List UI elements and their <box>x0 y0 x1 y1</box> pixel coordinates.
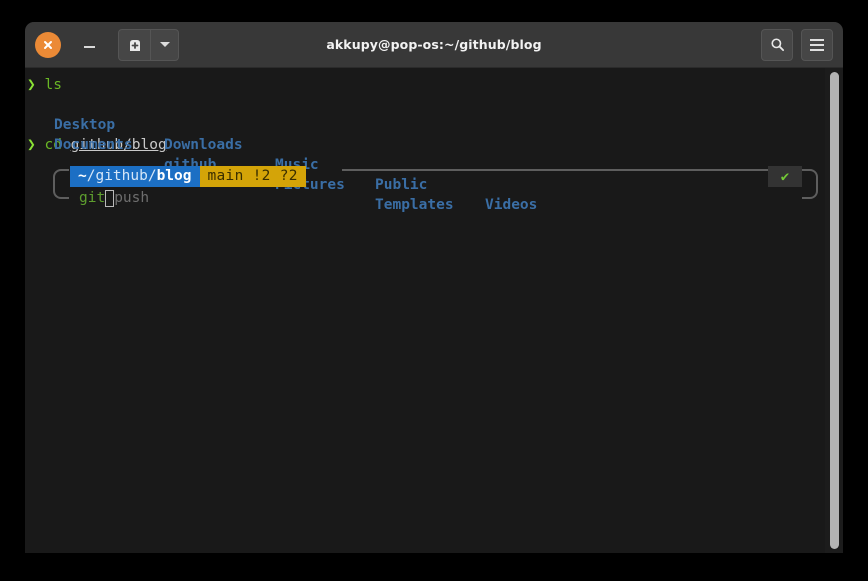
titlebar-right-controls <box>761 28 843 61</box>
status-badge: ✔ <box>768 166 802 187</box>
new-tab-icon <box>129 39 140 51</box>
text-cursor <box>105 190 115 207</box>
scrollbar-track[interactable] <box>825 68 843 553</box>
prompt-frame-line <box>342 169 802 171</box>
hamburger-icon <box>810 38 824 51</box>
prompt-frame-left <box>53 169 69 199</box>
ls-output-row: Documents github Pictures Templates <box>27 115 843 213</box>
minimize-icon <box>83 46 95 48</box>
close-icon <box>44 40 52 49</box>
prompt-path-segment: ~/github/blog <box>70 166 200 187</box>
inline-suggestion: push <box>114 189 150 206</box>
new-tab-button[interactable] <box>119 29 151 60</box>
prompt-segments: ~/github/blog main !2 ?2 <box>70 166 306 187</box>
new-tab-group <box>118 28 179 61</box>
prompt-block: ~/github/blog main !2 ?2 ✔ git push <box>27 166 843 208</box>
prompt-frame-right <box>802 169 818 199</box>
ls-entry: Downloads <box>164 137 243 153</box>
terminal-content: ❯ ls Desktop Downloads Music Public Vide… <box>25 68 843 213</box>
menu-button[interactable] <box>801 28 833 61</box>
scrollbar-thumb[interactable] <box>830 72 839 549</box>
close-window-button[interactable] <box>35 31 61 58</box>
history-line-cd: ❯ cd github/blog <box>27 135 843 155</box>
search-button[interactable] <box>761 28 793 61</box>
ls-entry: Documents <box>54 137 133 153</box>
path-leaf: blog <box>156 168 192 184</box>
history-line-ls: ❯ ls <box>27 75 843 95</box>
chevron-down-icon <box>159 42 170 47</box>
titlebar-left-controls <box>25 28 179 61</box>
prompt-git-segment: main !2 ?2 <box>199 166 306 187</box>
terminal-body[interactable]: ❯ ls Desktop Downloads Music Public Vide… <box>25 68 843 553</box>
minimize-window-button[interactable] <box>74 32 104 58</box>
path-middle: /github/ <box>86 168 157 184</box>
search-icon <box>770 38 784 52</box>
typed-command: git <box>79 189 106 206</box>
terminal-window: akkupy@pop-os:~/github/blog ❯ ls Desktop <box>25 22 843 553</box>
title-bar[interactable]: akkupy@pop-os:~/github/blog <box>25 22 843 68</box>
new-tab-dropdown-button[interactable] <box>151 30 178 60</box>
command-input-row[interactable]: git push <box>79 187 149 208</box>
command-text: ls <box>44 77 62 93</box>
prompt-arrow: ❯ <box>27 77 36 93</box>
success-checkmark-icon: ✔ <box>780 168 790 185</box>
path-tilde: ~ <box>78 168 87 184</box>
ls-output-row: Desktop Downloads Music Public Videos <box>27 95 843 213</box>
